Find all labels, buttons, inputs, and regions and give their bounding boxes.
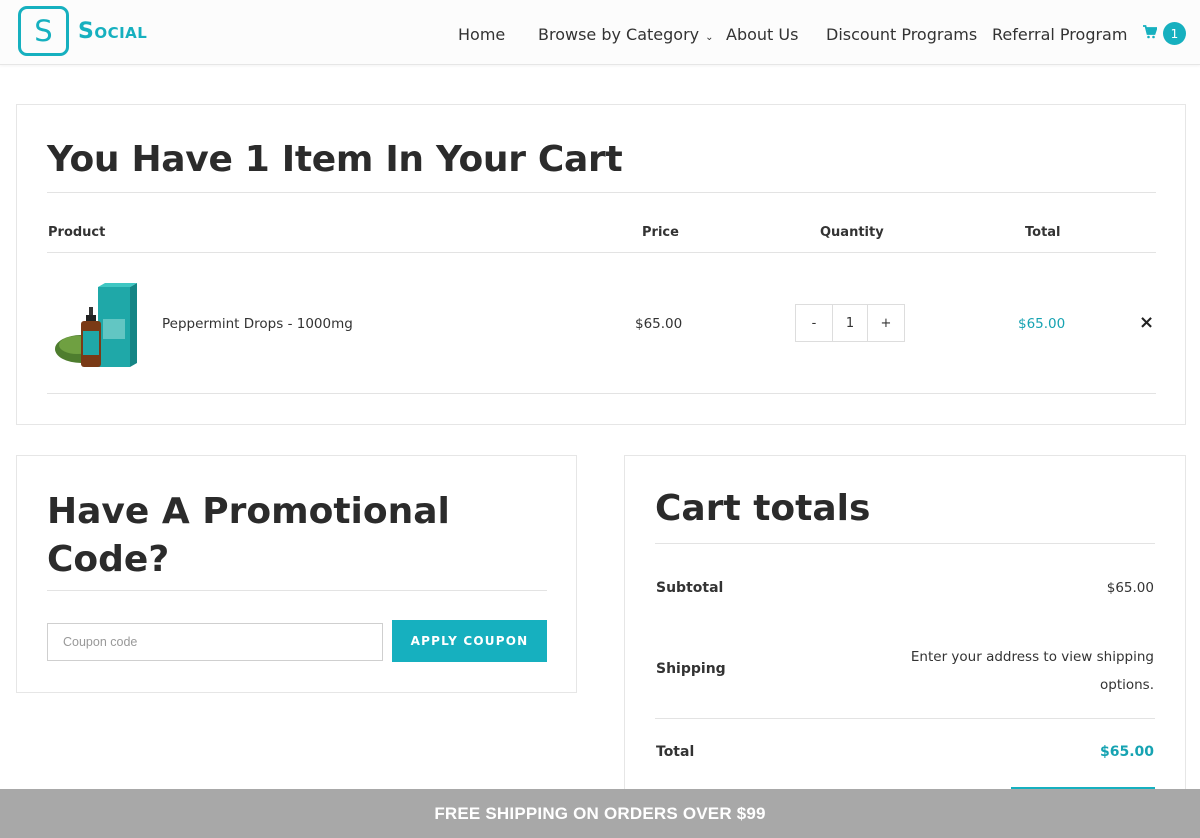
subtotal-value: $65.00	[1106, 580, 1154, 596]
promo-divider	[47, 590, 547, 591]
shipping-message: Enter your address to view shipping opti…	[910, 649, 1154, 693]
shipping-label: Shipping	[656, 661, 726, 677]
quantity-decrease-button[interactable]: -	[796, 305, 832, 341]
column-header-product: Product	[48, 225, 106, 240]
product-price: $65.00	[635, 316, 683, 332]
column-header-price: Price	[642, 225, 679, 240]
product-name-link[interactable]: Peppermint Drops - 1000mg	[162, 316, 353, 332]
brand-logo[interactable]: S Social	[18, 6, 147, 56]
nav-browse-label: Browse by Category	[538, 25, 700, 44]
product-image[interactable]	[53, 279, 143, 371]
total-label: Total	[656, 744, 695, 760]
nav-about-us[interactable]: About Us	[726, 25, 798, 44]
free-shipping-banner: FREE SHIPPING ON ORDERS OVER $99	[0, 789, 1200, 838]
cart-count-badge[interactable]: 1	[1163, 22, 1186, 45]
header-divider	[47, 252, 1156, 253]
nav-referral-program[interactable]: Referral Program	[992, 25, 1127, 44]
shipping-divider	[655, 718, 1155, 719]
remove-item-icon[interactable]: ×	[1139, 312, 1154, 333]
column-header-total: Total	[1025, 225, 1061, 240]
shopping-cart-icon[interactable]	[1143, 25, 1157, 39]
chevron-down-icon: ⌄	[705, 32, 714, 43]
promo-code-section: Have A Promotional Code? APPLY COUPON	[16, 455, 577, 693]
nav-home[interactable]: Home	[458, 25, 505, 44]
cart-totals-title: Cart totals	[655, 488, 871, 529]
subtotal-label: Subtotal	[656, 580, 724, 596]
quantity-stepper: - 1 +	[795, 304, 905, 342]
column-header-quantity: Quantity	[820, 225, 884, 240]
line-total: $65.00	[1018, 316, 1066, 332]
cart-totals-section: Cart totals Subtotal $65.00 Shipping Ent…	[624, 455, 1186, 838]
quantity-input[interactable]: 1	[832, 305, 868, 341]
logo-mark: S	[18, 6, 69, 56]
nav-browse-by-category[interactable]: Browse by Category ⌄	[538, 25, 714, 44]
coupon-code-input[interactable]	[47, 623, 383, 661]
site-header: S Social Home Browse by Category ⌄ About …	[0, 0, 1200, 65]
total-value: $65.00	[1099, 744, 1154, 760]
quantity-increase-button[interactable]: +	[868, 305, 904, 341]
totals-divider	[655, 543, 1155, 544]
brand-name: Social	[78, 18, 148, 44]
cart-section: You Have 1 Item In Your Cart Product Pri…	[16, 104, 1186, 425]
apply-coupon-button[interactable]: APPLY COUPON	[392, 620, 547, 662]
nav-discount-programs[interactable]: Discount Programs	[826, 25, 977, 44]
promo-title: Have A Promotional Code?	[47, 491, 450, 580]
title-divider	[47, 192, 1156, 193]
cart-title: You Have 1 Item In Your Cart	[47, 139, 623, 180]
row-divider	[47, 393, 1156, 394]
